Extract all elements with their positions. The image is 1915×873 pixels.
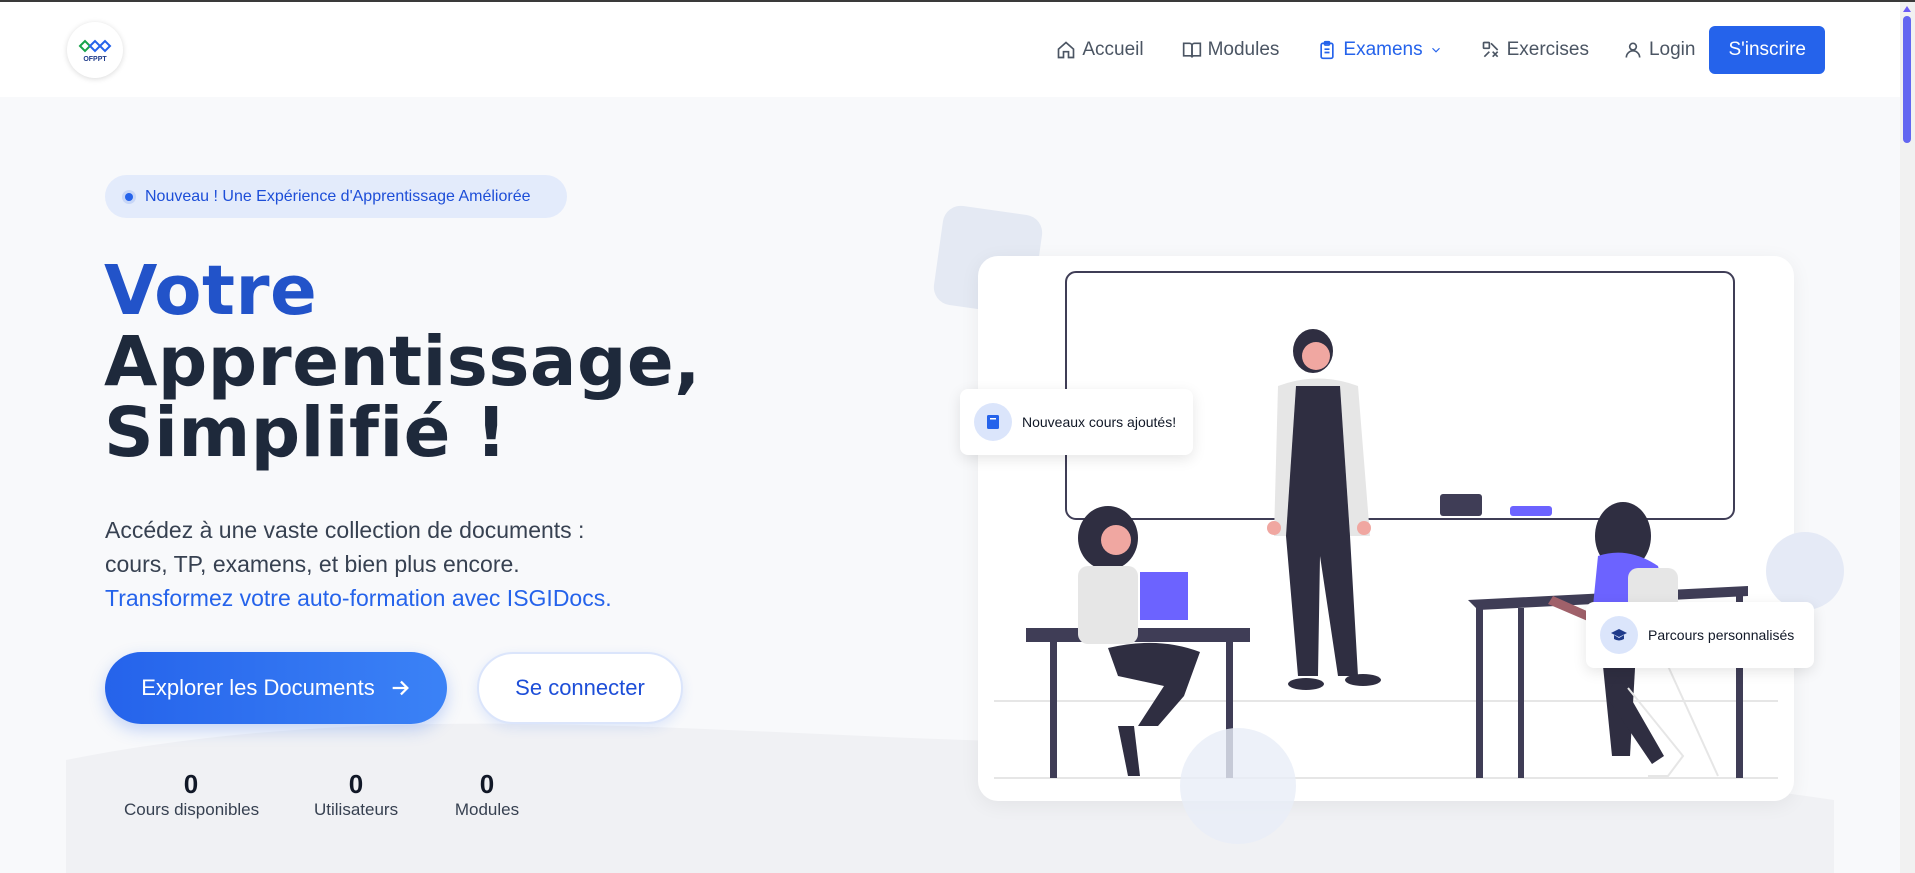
hero-title-line1: Votre bbox=[104, 251, 318, 331]
hero-title-line2: Apprentissage, bbox=[104, 322, 701, 402]
site-logo[interactable]: OFPPT bbox=[67, 22, 123, 78]
float-card-personalized-paths: Parcours personnalisés bbox=[1586, 602, 1814, 668]
stat-courses-label: Cours disponibles bbox=[124, 800, 260, 819]
main-nav: Accueil Modules Examens Exercises Login … bbox=[1018, 26, 1825, 74]
chevron-down-icon bbox=[1431, 47, 1440, 53]
hero-desc-line2: cours, TP, examens, et bien plus encore. bbox=[105, 551, 520, 577]
decorative-circle bbox=[1180, 728, 1296, 844]
logo-text: OFPPT bbox=[83, 56, 107, 63]
nav-home-label: Accueil bbox=[1082, 39, 1144, 60]
explore-documents-label: Explorer les Documents bbox=[141, 675, 375, 700]
badge-dot-icon bbox=[122, 189, 136, 204]
nav-login[interactable]: Login bbox=[1623, 39, 1696, 61]
arrow-right-icon bbox=[392, 680, 409, 696]
logo-icon bbox=[78, 39, 112, 53]
stat-modules-value: 0 bbox=[479, 769, 495, 799]
stat-modules: 0 Modules bbox=[454, 770, 520, 820]
page-scrollbar[interactable] bbox=[1900, 2, 1915, 873]
nav-login-label: Login bbox=[1648, 39, 1696, 60]
stat-users: 0 Utilisateurs bbox=[314, 770, 398, 820]
stat-courses-value: 0 bbox=[183, 769, 199, 799]
float-card-new-courses-text: Nouveaux cours ajoutés! bbox=[1022, 414, 1177, 430]
nav-exams-dropdown[interactable]: Examens bbox=[1317, 39, 1442, 61]
clipboard-icon bbox=[1320, 40, 1335, 60]
nav-modules-label: Modules bbox=[1207, 39, 1280, 60]
classroom-illustration bbox=[994, 271, 1778, 779]
book-open-icon bbox=[1182, 42, 1201, 58]
stat-users-label: Utilisateurs bbox=[314, 800, 399, 819]
float-card-new-courses: Nouveaux cours ajoutés! bbox=[960, 389, 1193, 455]
hero-description: Accédez à une vaste collection de docume… bbox=[105, 513, 612, 615]
site-header: OFPPT Accueil Modules Examens Exercises … bbox=[0, 2, 1900, 97]
graduation-cap-icon bbox=[1600, 616, 1638, 654]
hero-desc-line1: Accédez à une vaste collection de docume… bbox=[105, 517, 585, 543]
exercises-icon bbox=[1482, 41, 1498, 58]
nav-home[interactable]: Accueil bbox=[1056, 39, 1144, 61]
hero-title-line3: Simplifié ! bbox=[104, 393, 508, 473]
nav-exercises-label: Exercises bbox=[1506, 39, 1589, 60]
nav-modules[interactable]: Modules bbox=[1182, 39, 1280, 61]
announcement-badge: Nouveau ! Une Expérience d'Apprentissage… bbox=[105, 175, 567, 218]
scroll-thumb[interactable] bbox=[1903, 16, 1911, 143]
badge-text: Nouveau ! Une Expérience d'Apprentissage… bbox=[145, 187, 531, 205]
stat-courses: 0 Cours disponibles bbox=[124, 769, 260, 820]
explore-documents-button[interactable]: Explorer les Documents bbox=[105, 652, 447, 724]
home-icon bbox=[1057, 41, 1075, 59]
book-icon bbox=[974, 403, 1012, 441]
nav-exercises[interactable]: Exercises bbox=[1481, 39, 1589, 61]
scroll-up-arrow-icon[interactable] bbox=[1903, 6, 1911, 12]
user-icon bbox=[1625, 42, 1641, 58]
hero-desc-highlight: Transformez votre auto-formation avec IS… bbox=[105, 585, 612, 611]
stat-modules-label: Modules bbox=[454, 800, 520, 819]
hero-title: Votre Apprentissage, Simplifié ! bbox=[104, 256, 701, 469]
stat-users-value: 0 bbox=[348, 769, 364, 799]
hero-illustration-card bbox=[978, 256, 1794, 801]
login-button[interactable]: Se connecter bbox=[477, 652, 683, 724]
float-card-paths-text: Parcours personnalisés bbox=[1648, 627, 1795, 643]
signup-button[interactable]: S'inscrire bbox=[1709, 26, 1825, 74]
nav-exams-label: Examens bbox=[1343, 39, 1423, 60]
decorative-circle bbox=[1766, 532, 1844, 610]
